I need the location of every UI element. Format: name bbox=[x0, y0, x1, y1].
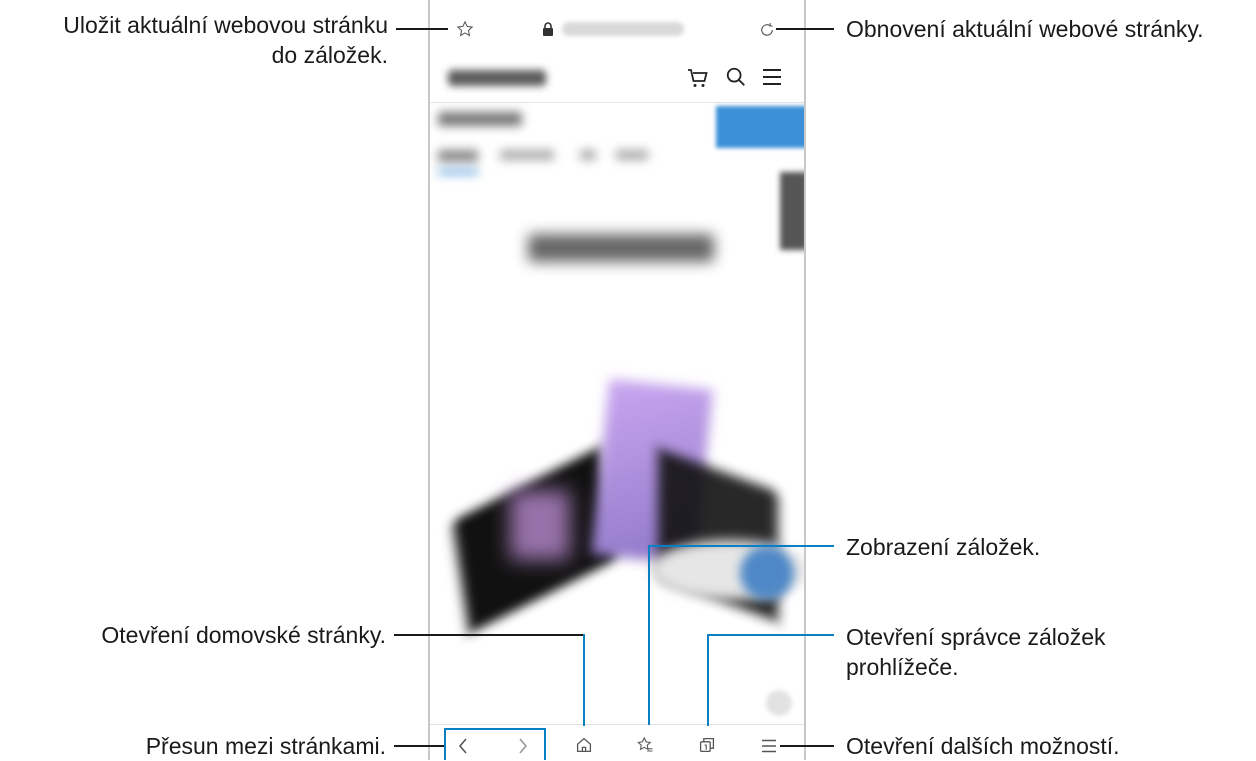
callout-more-options: Otevření dalších možností. bbox=[846, 733, 1120, 759]
callout-connector bbox=[707, 634, 709, 726]
cart-icon[interactable] bbox=[686, 66, 710, 90]
callout-text: Otevření správce záložek bbox=[846, 624, 1106, 650]
blurred-tab[interactable] bbox=[438, 150, 478, 162]
blurred-product-screen bbox=[510, 490, 570, 560]
bookmarks-icon[interactable] bbox=[636, 736, 654, 754]
blurred-heading bbox=[438, 112, 522, 126]
scroll-top-button[interactable] bbox=[766, 690, 792, 716]
nav-buttons-highlight bbox=[444, 728, 546, 760]
callout-connector bbox=[583, 634, 585, 726]
blurred-tab-indicator bbox=[438, 170, 478, 174]
blurred-accessory bbox=[740, 546, 794, 600]
blurred-tab[interactable] bbox=[616, 150, 648, 160]
callout-line bbox=[394, 634, 584, 636]
search-icon[interactable] bbox=[725, 66, 747, 88]
callout-line bbox=[396, 28, 448, 30]
callout-text: Uložit aktuální webovou stránku bbox=[63, 12, 388, 38]
callout-text: prohlížeče. bbox=[846, 654, 959, 680]
callout-view-bookmarks: Zobrazení záložek. bbox=[846, 534, 1041, 560]
callout-connector bbox=[648, 545, 834, 547]
tabs-icon[interactable] bbox=[699, 737, 715, 753]
callout-refresh: Obnovení aktuální webové stránky. bbox=[846, 16, 1204, 42]
blurred-side-widget[interactable] bbox=[780, 172, 804, 250]
home-icon[interactable] bbox=[576, 737, 592, 753]
star-icon[interactable] bbox=[456, 20, 474, 38]
refresh-icon[interactable] bbox=[758, 21, 776, 39]
callout-navigate: Přesun mezi stránkami. bbox=[145, 733, 386, 759]
site-header bbox=[430, 60, 804, 103]
callout-home: Otevření domovské stránky. bbox=[101, 622, 386, 648]
callout-bookmark-save: Uložit aktuální webovou stránku do zálož… bbox=[0, 10, 388, 70]
url-address-field[interactable] bbox=[562, 22, 684, 36]
callout-text: do záložek. bbox=[271, 42, 388, 68]
blurred-tab[interactable] bbox=[500, 150, 554, 160]
blurred-tab[interactable] bbox=[580, 150, 596, 160]
callout-line bbox=[776, 28, 834, 30]
callout-connector bbox=[648, 545, 650, 725]
callout-connector bbox=[707, 634, 834, 636]
menu-icon[interactable] bbox=[762, 68, 782, 86]
blurred-action-button[interactable] bbox=[716, 106, 804, 148]
callout-line bbox=[394, 745, 444, 747]
lock-icon bbox=[543, 22, 553, 36]
callout-line bbox=[780, 745, 834, 747]
blurred-hero-title bbox=[528, 234, 714, 262]
site-logo[interactable] bbox=[448, 70, 546, 86]
callout-tab-manager: Otevření správce záložek prohlížeče. bbox=[846, 622, 1106, 682]
browser-screen bbox=[428, 0, 806, 760]
more-icon[interactable] bbox=[761, 739, 777, 753]
url-bar bbox=[430, 0, 804, 60]
